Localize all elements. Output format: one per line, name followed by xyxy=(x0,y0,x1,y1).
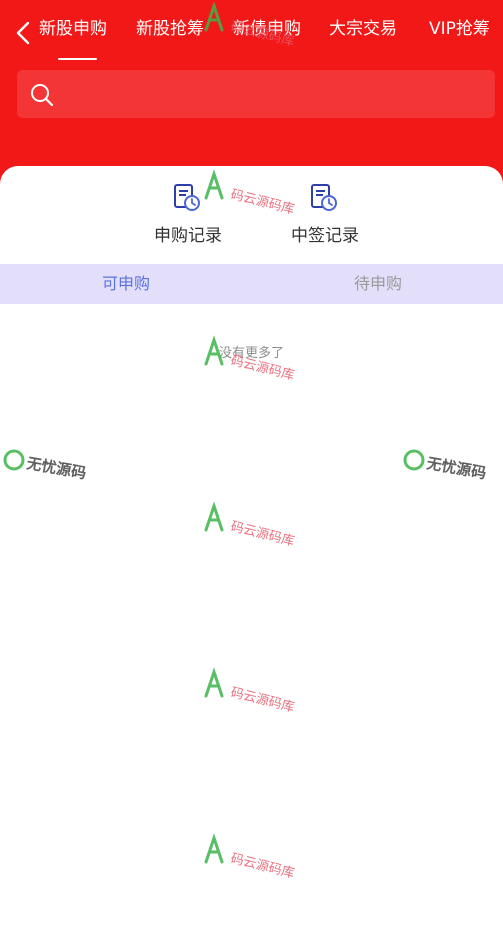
document-clock-icon xyxy=(311,184,337,211)
tab-label: VIP抢筹 xyxy=(429,19,490,39)
no-more-text: 没有更多了 xyxy=(218,346,284,361)
record-label: 申购记录 xyxy=(154,226,222,246)
chevron-left-icon xyxy=(16,21,30,45)
tab-pending[interactable]: 待申购 xyxy=(252,264,503,304)
category-tabs: 新股申购 新股抢筹 新债申购 大宗交易 VIP抢筹 xyxy=(32,10,503,50)
tab-available[interactable]: 可申购 xyxy=(0,264,252,304)
subscription-status-tabs: 可申购 待申购 xyxy=(0,264,503,304)
subscription-records-button[interactable]: 申购记录 xyxy=(138,183,238,249)
tab-vip-rush[interactable]: VIP抢筹 xyxy=(429,10,490,50)
tab-label: 大宗交易 xyxy=(329,19,397,39)
search-icon xyxy=(31,84,54,107)
record-label: 中签记录 xyxy=(291,226,359,246)
tab-label: 新股抢筹 xyxy=(136,19,204,39)
tab-new-bond-subscribe[interactable]: 新债申购 xyxy=(233,10,301,50)
search-input[interactable] xyxy=(67,70,487,118)
tab-new-stock-subscribe[interactable]: 新股申购 xyxy=(39,10,107,50)
tab-block-trade[interactable]: 大宗交易 xyxy=(329,10,397,50)
winning-records-button[interactable]: 中签记录 xyxy=(275,183,375,249)
tab-label: 新股申购 xyxy=(39,19,107,39)
tab-label: 新债申购 xyxy=(233,19,301,39)
active-tab-indicator xyxy=(58,58,97,60)
tab-new-stock-rush[interactable]: 新股抢筹 xyxy=(136,10,204,50)
document-clock-icon xyxy=(174,184,200,211)
search-bar[interactable] xyxy=(17,70,495,118)
